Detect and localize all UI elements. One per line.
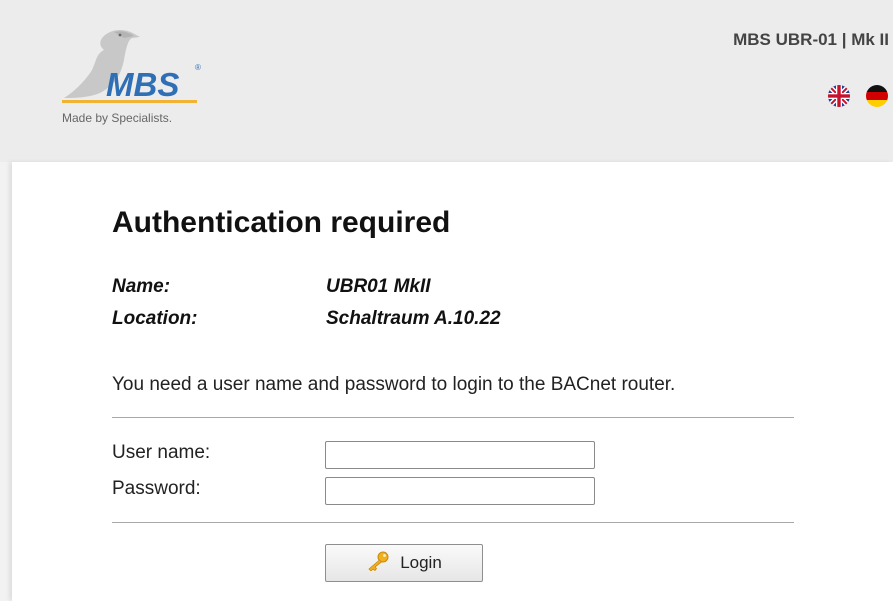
logo-wordmark: MBS (106, 66, 179, 103)
password-input[interactable] (325, 477, 595, 505)
name-value: UBR01 MkII (326, 276, 431, 297)
key-icon (366, 551, 390, 576)
username-label: User name: (112, 442, 211, 463)
language-switcher (823, 84, 893, 108)
divider (112, 522, 794, 523)
login-message: You need a user name and password to log… (112, 374, 676, 395)
svg-text:®: ® (195, 63, 201, 72)
name-label: Name: (112, 276, 171, 297)
german-flag-icon[interactable] (865, 84, 889, 113)
device-title: MBS UBR-01 | Mk II (733, 30, 889, 49)
password-label: Password: (112, 478, 201, 499)
header: MBS ® Made by Specialists. MBS UBR-01 | … (0, 0, 893, 162)
login-button-label: Login (400, 553, 442, 572)
main-content: Authentication required Name: UBR01 MkII… (12, 162, 893, 601)
divider (112, 417, 794, 418)
mbs-logo: MBS ® Made by Specialists. (62, 26, 212, 126)
login-button[interactable]: Login (325, 544, 483, 582)
page-title: Authentication required (112, 206, 451, 239)
location-label: Location: (112, 308, 198, 329)
location-value: Schaltraum A.10.22 (326, 308, 501, 329)
username-input[interactable] (325, 441, 595, 469)
uk-flag-icon[interactable] (827, 84, 851, 113)
logo-tagline: Made by Specialists. (62, 111, 172, 125)
